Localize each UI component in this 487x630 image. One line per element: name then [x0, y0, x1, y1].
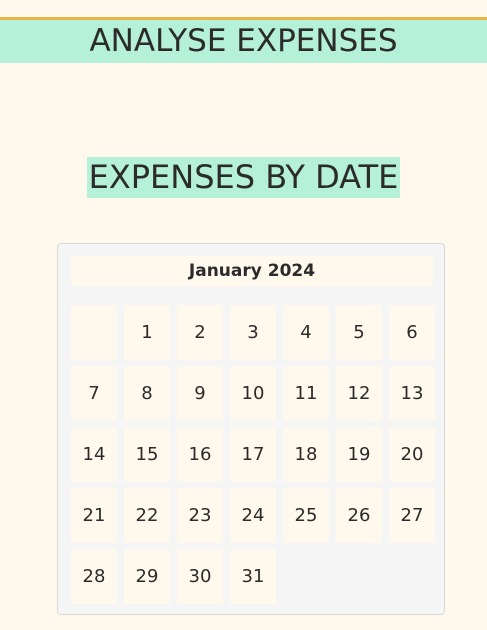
calendar-day-20[interactable]: 20 — [389, 427, 435, 482]
calendar: January 2024 1 2 3 4 5 6 7 8 9 10 11 12 13 14 15 16 17 18… — [57, 243, 445, 615]
calendar-day-2[interactable]: 2 — [177, 305, 223, 360]
calendar-day-7[interactable]: 7 — [71, 366, 117, 421]
section-title-wrap: EXPENSES BY DATE — [0, 157, 487, 198]
calendar-day-29[interactable]: 29 — [124, 549, 170, 604]
calendar-day-23[interactable]: 23 — [177, 488, 223, 543]
calendar-day-21[interactable]: 21 — [71, 488, 117, 543]
calendar-day-5[interactable]: 5 — [336, 305, 382, 360]
calendar-day-14[interactable]: 14 — [71, 427, 117, 482]
calendar-day-11[interactable]: 11 — [283, 366, 329, 421]
header-bar: ANALYSE EXPENSES — [0, 20, 487, 63]
calendar-day-1[interactable]: 1 — [124, 305, 170, 360]
calendar-day-6[interactable]: 6 — [389, 305, 435, 360]
calendar-day-10[interactable]: 10 — [230, 366, 276, 421]
calendar-day-13[interactable]: 13 — [389, 366, 435, 421]
calendar-day-26[interactable]: 26 — [336, 488, 382, 543]
calendar-day-31[interactable]: 31 — [230, 549, 276, 604]
calendar-month-label: January 2024 — [71, 256, 433, 286]
section-title: EXPENSES BY DATE — [86, 157, 401, 198]
calendar-empty-cell — [71, 305, 117, 360]
calendar-day-22[interactable]: 22 — [124, 488, 170, 543]
calendar-day-24[interactable]: 24 — [230, 488, 276, 543]
calendar-day-28[interactable]: 28 — [71, 549, 117, 604]
calendar-day-9[interactable]: 9 — [177, 366, 223, 421]
calendar-day-19[interactable]: 19 — [336, 427, 382, 482]
calendar-day-30[interactable]: 30 — [177, 549, 223, 604]
calendar-day-17[interactable]: 17 — [230, 427, 276, 482]
calendar-grid: 1 2 3 4 5 6 7 8 9 10 11 12 13 14 15 16 17 18 19 20 21 22 23 24 2… — [71, 305, 435, 604]
calendar-day-16[interactable]: 16 — [177, 427, 223, 482]
page-title: ANALYSE EXPENSES — [89, 23, 398, 59]
calendar-day-27[interactable]: 27 — [389, 488, 435, 543]
calendar-day-3[interactable]: 3 — [230, 305, 276, 360]
calendar-day-8[interactable]: 8 — [124, 366, 170, 421]
calendar-day-15[interactable]: 15 — [124, 427, 170, 482]
calendar-day-18[interactable]: 18 — [283, 427, 329, 482]
calendar-day-25[interactable]: 25 — [283, 488, 329, 543]
calendar-day-12[interactable]: 12 — [336, 366, 382, 421]
calendar-day-4[interactable]: 4 — [283, 305, 329, 360]
